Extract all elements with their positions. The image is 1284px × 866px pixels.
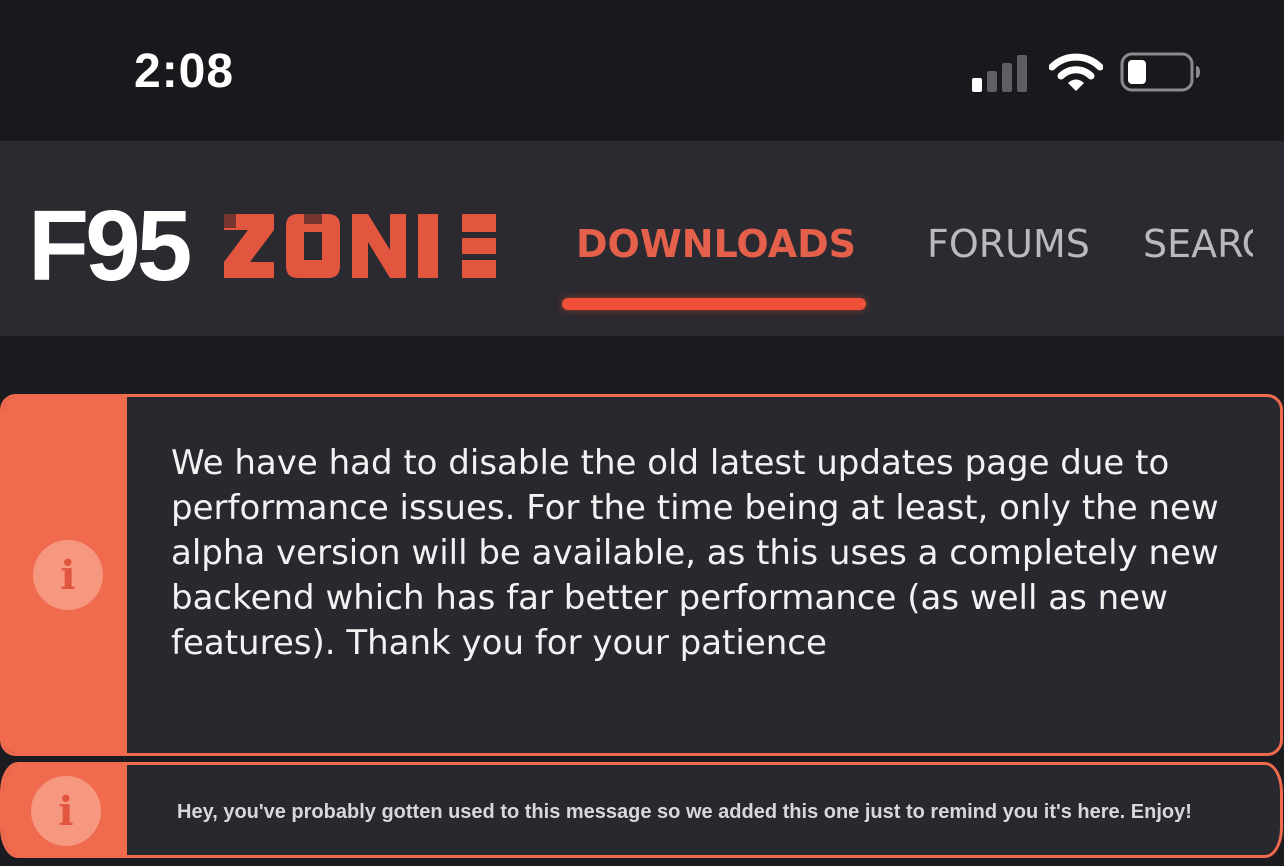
status-time: 2:08 (134, 45, 235, 98)
status-bar: 2:08 (0, 0, 1284, 141)
signal-icon (972, 55, 1027, 92)
site-logo[interactable]: F95 (28, 200, 498, 286)
battery-icon (1120, 52, 1200, 92)
info-icon: i (33, 540, 103, 610)
tab-forums[interactable]: FORUMS (927, 222, 1090, 266)
wifi-icon (1049, 53, 1103, 91)
notice-text: We have had to disable the old latest up… (171, 443, 1219, 663)
notice-reminder: i Hey, you've probably gotten used to th… (0, 762, 1283, 858)
notice-performance: i We have had to disable the old latest … (0, 394, 1283, 756)
tab-search[interactable]: SEARCH (1143, 222, 1253, 272)
notice-text: Hey, you've probably gotten used to this… (177, 801, 1192, 823)
tab-downloads[interactable]: DOWNLOADS (576, 222, 856, 266)
svg-text:F95: F95 (28, 200, 190, 286)
tab-search-label: SEARCH (1143, 222, 1253, 266)
active-tab-indicator (562, 298, 866, 310)
info-icon: i (31, 776, 101, 846)
